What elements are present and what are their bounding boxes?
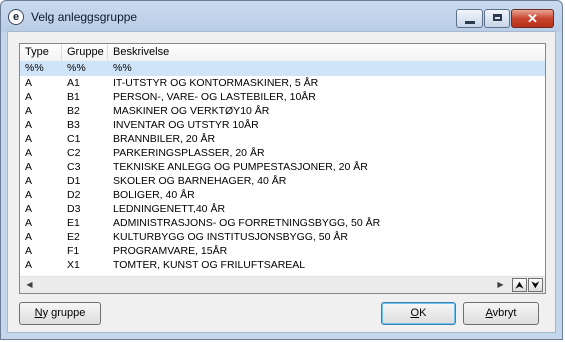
cell-group: D1 (67, 175, 81, 187)
filter-type-field[interactable]: %% (20, 61, 62, 76)
new-group-button[interactable]: Ny gruppe (19, 302, 101, 325)
group-table: Type Gruppe Beskrivelse %% %% %% A A1 IT-U… (19, 43, 546, 294)
scroll-left-icon[interactable]: ◀ (21, 278, 38, 292)
cell-group: C2 (67, 147, 81, 159)
table-row[interactable]: A F1 PROGRAMVARE, 15ÅR (20, 244, 545, 258)
table-row[interactable]: A C3 TEKNISKE ANLEGG OG PUMPESTASJONER, 20… (20, 160, 545, 174)
cell-type: A (25, 161, 33, 173)
minimize-icon (465, 21, 475, 24)
cancel-label: vbryt (492, 307, 517, 319)
cell-group: B1 (67, 91, 80, 103)
minimize-button[interactable] (456, 9, 483, 28)
cell-description: IT-UTSTYR OG KONTORMASKINER, 5 ÅR (113, 77, 319, 89)
cell-group: E2 (67, 231, 80, 243)
cell-group: F1 (67, 245, 80, 257)
filter-description-field[interactable]: %% (108, 61, 545, 76)
horizontal-scrollbar[interactable]: ◀ ▶ ⮝ ⮟ (20, 276, 545, 293)
cell-group: B2 (67, 105, 80, 117)
column-header-group[interactable]: Gruppe (62, 44, 108, 61)
close-icon: ✕ (527, 11, 538, 26)
table-row[interactable]: A C1 BRANNBILER, 20 ÅR (20, 132, 545, 146)
table-row[interactable]: A X1 TOMTER, KUNST OG FRILUFTSAREAL (20, 258, 545, 272)
maximize-icon (493, 14, 502, 21)
page-up-icon[interactable]: ⮝ (512, 278, 527, 292)
new-group-accel: N (34, 307, 43, 319)
filter-row[interactable]: %% %% %% (20, 61, 545, 76)
ok-label: K (419, 307, 427, 319)
new-group-label: y gruppe (42, 307, 86, 319)
cell-type: A (25, 91, 33, 103)
cell-group: C3 (67, 161, 81, 173)
cell-description: PERSON-, VARE- OG LASTEBILER, 10ÅR (113, 91, 316, 103)
ok-button[interactable]: OK (381, 302, 456, 325)
cell-group: D3 (67, 203, 81, 215)
cell-group: A1 (67, 77, 80, 89)
window-title: Velg anleggsgruppe (31, 10, 138, 24)
page-down-icon[interactable]: ⮟ (528, 278, 543, 292)
cell-description: MASKINER OG VERKTØY10 ÅR (113, 105, 270, 117)
cell-type: A (25, 175, 33, 187)
column-header-description[interactable]: Beskrivelse (108, 44, 545, 61)
table-row[interactable]: A E1 ADMINISTRASJONS- OG FORRETNINGSBYGG, … (20, 216, 545, 230)
cell-type: A (25, 245, 33, 257)
scroll-right-icon[interactable]: ▶ (492, 278, 509, 292)
cell-description: TOMTER, KUNST OG FRILUFTSAREAL (113, 259, 306, 271)
cell-description: TEKNISKE ANLEGG OG PUMPESTASJONER, 20 ÅR (113, 161, 368, 173)
table-row[interactable]: A D3 LEDNINGENETT,40 ÅR (20, 202, 545, 216)
table-row[interactable]: A B3 INVENTAR OG UTSTYR 10ÅR (20, 118, 545, 132)
title-bar[interactable]: e Velg anleggsgruppe ✕ (1, 1, 562, 33)
table-row[interactable]: A E2 KULTURBYGG OG INSTITUSJONSBYGG, 50 ÅR (20, 230, 545, 244)
cell-type: A (25, 217, 33, 229)
cell-type: A (25, 105, 33, 117)
cell-description: ADMINISTRASJONS- OG FORRETNINGSBYGG, 50 … (113, 217, 381, 229)
cell-group: E1 (67, 217, 80, 229)
table-row[interactable]: A B2 MASKINER OG VERKTØY10 ÅR (20, 104, 545, 118)
app-logo-icon: e (8, 9, 24, 25)
ok-accel: O (410, 307, 420, 319)
cell-type: A (25, 189, 33, 201)
cell-group: X1 (67, 259, 80, 271)
cell-description: LEDNINGENETT,40 ÅR (113, 203, 226, 215)
cell-description: KULTURBYGG OG INSTITUSJONSBYGG, 50 ÅR (113, 231, 348, 243)
close-button[interactable]: ✕ (511, 9, 554, 28)
cancel-accel: A (485, 307, 493, 319)
column-header-type[interactable]: Type (20, 44, 62, 61)
table-row[interactable]: A C2 PARKERINGSPLASSER, 20 ÅR (20, 146, 545, 160)
table-header: Type Gruppe Beskrivelse (20, 44, 545, 62)
cell-type: A (25, 147, 33, 159)
filter-group-field[interactable]: %% (62, 61, 108, 76)
cell-description: INVENTAR OG UTSTYR 10ÅR (113, 119, 259, 131)
table-row[interactable]: A D1 SKOLER OG BARNEHAGER, 40 ÅR (20, 174, 545, 188)
cell-description: BOLIGER, 40 ÅR (113, 189, 195, 201)
cell-description: PARKERINGSPLASSER, 20 ÅR (113, 147, 265, 159)
cell-type: A (25, 259, 33, 271)
cell-group: D2 (67, 189, 81, 201)
cell-description: PROGRAMVARE, 15ÅR (113, 245, 228, 257)
cell-group: B3 (67, 119, 80, 131)
cell-group: C1 (67, 133, 81, 145)
table-row[interactable]: A B1 PERSON-, VARE- OG LASTEBILER, 10ÅR (20, 90, 545, 104)
cell-type: A (25, 133, 33, 145)
cancel-button[interactable]: Avbryt (463, 302, 539, 325)
table-row[interactable]: A D2 BOLIGER, 40 ÅR (20, 188, 545, 202)
cell-type: A (25, 77, 33, 89)
dialog-content: Type Gruppe Beskrivelse %% %% %% A A1 IT-U… (7, 31, 556, 333)
table-row[interactable]: A A1 IT-UTSTYR OG KONTORMASKINER, 5 ÅR (20, 76, 545, 90)
cell-type: A (25, 231, 33, 243)
cell-description: BRANNBILER, 20 ÅR (113, 133, 216, 145)
cell-type: A (25, 203, 33, 215)
cell-description: SKOLER OG BARNEHAGER, 40 ÅR (113, 175, 287, 187)
maximize-button[interactable] (484, 9, 510, 28)
cell-type: A (25, 119, 33, 131)
